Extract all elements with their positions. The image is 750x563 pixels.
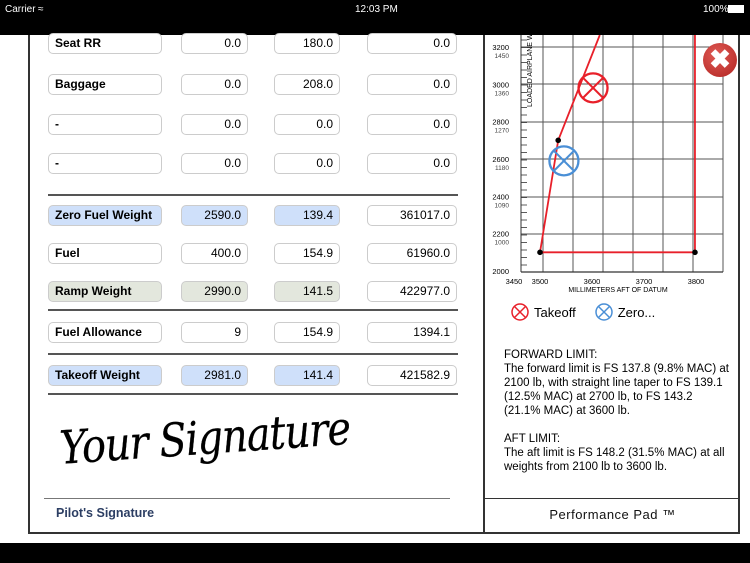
aft-limit-text: The aft limit is FS 148.2 (31.5% MAC) at…: [504, 447, 725, 473]
y-tick-label: 2200: [492, 230, 509, 239]
forward-limit-text: The forward limit is FS 137.8 (9.8% MAC)…: [504, 363, 729, 417]
y-tick-label: 2000: [492, 267, 509, 276]
aft-limit-title: AFT LIMIT:: [504, 433, 561, 445]
x-tick-label: 3800: [688, 277, 705, 286]
y-tick-label-secondary: 1270: [495, 128, 510, 135]
forward-limit-title: FORWARD LIMIT:: [504, 349, 598, 361]
legend-takeoff: Takeoff: [534, 304, 576, 320]
brand-divider: [485, 498, 740, 499]
close-button[interactable]: ✖: [703, 43, 737, 77]
envelope-vertex: [692, 249, 698, 256]
y-tick-label: 2600: [492, 155, 509, 164]
y-tick-label-secondary: 1450: [495, 53, 510, 60]
takeoff-marker-icon: [511, 303, 529, 321]
limits-info: FORWARD LIMIT: The forward limit is FS 1…: [504, 348, 729, 474]
signature-pad[interactable]: Your Signature: [58, 402, 352, 490]
x-tick-label: 3700: [636, 277, 653, 286]
signature-line: [44, 498, 450, 499]
y-tick-label: 2800: [492, 118, 509, 127]
status-bar-mask: [484, 20, 740, 35]
zero-fuel-marker-icon: [594, 303, 613, 321]
y-tick-label-secondary: 1000: [495, 240, 510, 247]
x-tick-label: 3450: [506, 277, 523, 286]
y-axis-label: LOADED AIRPLANE W: [527, 33, 534, 107]
y-tick-label: 3000: [492, 80, 509, 89]
y-tick-label-secondary: 1180: [495, 165, 509, 172]
y-tick-label: 2400: [492, 192, 509, 201]
cg-marker-cross: [582, 76, 604, 99]
x-tick-label: 3600: [584, 277, 601, 286]
close-icon: ✖: [709, 44, 731, 74]
legend-zero-fuel: Zero...: [617, 304, 656, 320]
envelope-vertex: [555, 137, 561, 144]
y-tick-label-secondary: 1090: [495, 202, 510, 209]
envelope-vertex: [537, 249, 543, 256]
y-tick-label-secondary: 1360: [495, 90, 510, 97]
x-tick-label: 3500: [532, 277, 549, 286]
brand-label: Performance Pad ™: [549, 507, 676, 522]
cg-marker-cross: [553, 149, 575, 172]
legend: Takeoff Zero...: [510, 302, 655, 322]
signature-label: Pilot's Signature: [56, 506, 155, 520]
x-axis-label: MILLIMETERS AFT OF DATUM: [568, 287, 667, 294]
cg-envelope: [538, 34, 696, 254]
y-tick-label: 3200: [492, 43, 509, 52]
